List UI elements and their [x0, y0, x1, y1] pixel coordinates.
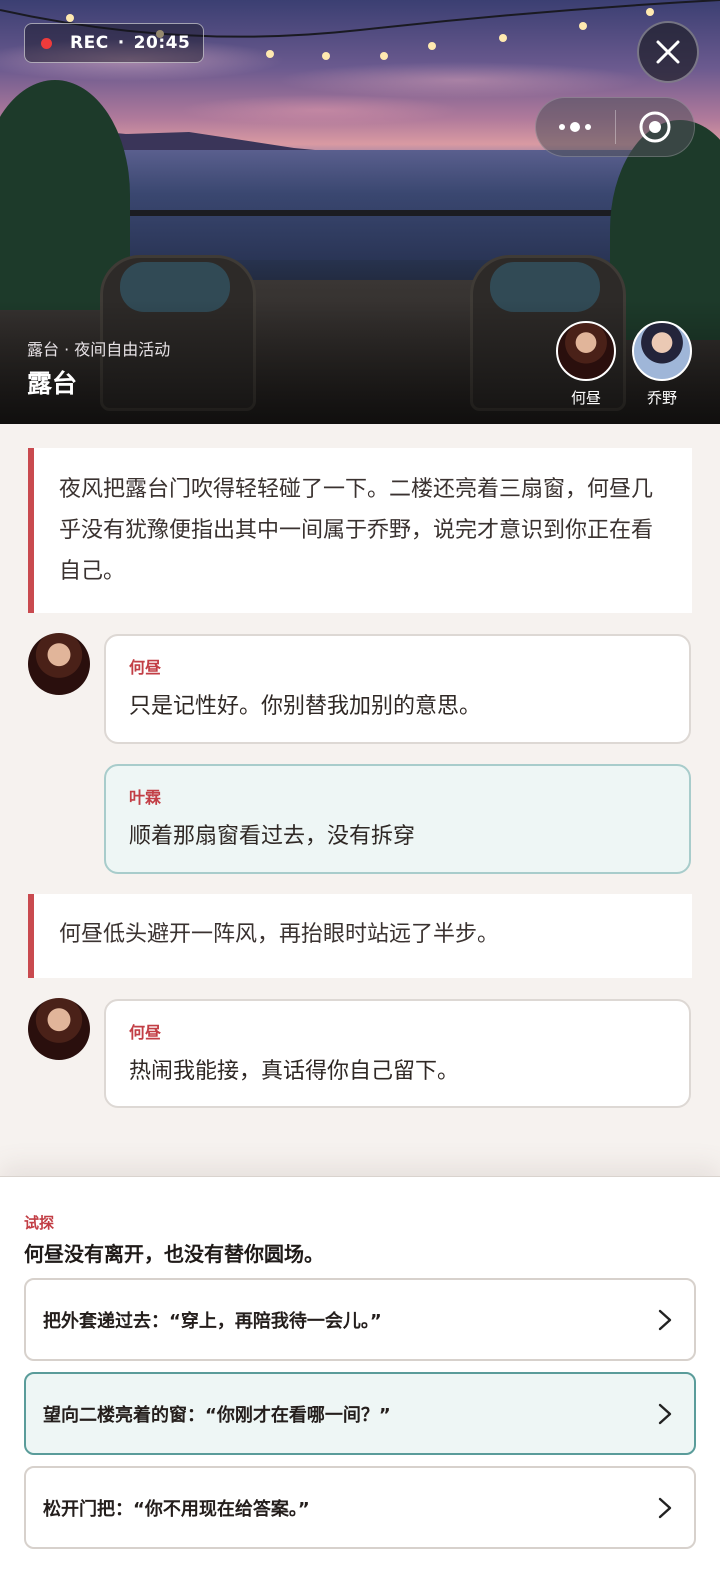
- choice-option[interactable]: 松开门把：“你不用现在给答案。”: [24, 1466, 696, 1549]
- more-button[interactable]: [536, 98, 615, 156]
- recording-indicator: REC · 20:45: [24, 23, 204, 63]
- record-target-icon: [639, 111, 671, 143]
- player-bubble: 叶霖 顺着那扇窗看过去，没有拆穿: [104, 764, 691, 874]
- message-text: 只是记性好。你别替我加别的意思。: [129, 694, 482, 719]
- message-text: 热闹我能接，真话得你自己留下。: [129, 1059, 460, 1084]
- narration-text: 夜风把露台门吹得轻轻碰了一下。二楼还亮着三扇窗，何昼几乎没有犹豫便指出其中一间属…: [59, 477, 654, 584]
- mini-program-capsule: [535, 97, 695, 157]
- avatar: [28, 998, 90, 1060]
- scene-subtitle: 露台 · 夜间自由活动: [27, 340, 171, 359]
- choice-panel: 试探 何昼没有离开，也没有替你圆场。 把外套递过去：“穿上，再陪我待一会儿。” …: [0, 1176, 720, 1570]
- option-label: 望向二楼亮着的窗：“你刚才在看哪一间？”: [43, 1404, 391, 1426]
- choice-tag: 试探: [24, 1214, 55, 1232]
- avatar: [28, 633, 90, 695]
- choice-option-selected[interactable]: 望向二楼亮着的窗：“你刚才在看哪一间？”: [24, 1372, 696, 1455]
- chevron-right-icon: [658, 1497, 672, 1518]
- option-label: 把外套递过去：“穿上，再陪我待一会儿。”: [43, 1310, 382, 1332]
- narration-block: 夜风把露台门吹得轻轻碰了一下。二楼还亮着三扇窗，何昼几乎没有犹豫便指出其中一间属…: [28, 448, 692, 613]
- rec-dot-icon: [41, 37, 52, 49]
- speaker-name: 何昼: [129, 658, 162, 677]
- rec-label: REC: [70, 33, 109, 53]
- more-dots-icon: [559, 122, 592, 132]
- rec-separator: ·: [117, 33, 125, 53]
- character-name: 何昼: [570, 389, 601, 407]
- choice-option[interactable]: 把外套递过去：“穿上，再陪我待一会儿。”: [24, 1278, 696, 1361]
- speaker-name: 叶霖: [129, 788, 162, 807]
- option-label: 松开门把：“你不用现在给答案。”: [43, 1498, 310, 1520]
- character-name: 乔野: [646, 389, 677, 407]
- npc-bubble: 何昼 只是记性好。你别替我加别的意思。: [104, 634, 691, 744]
- character-qiaoye[interactable]: 乔野: [632, 321, 692, 408]
- message-text: 顺着那扇窗看过去，没有拆穿: [129, 824, 416, 849]
- exit-button[interactable]: [616, 98, 695, 156]
- close-icon: [656, 40, 680, 64]
- chevron-right-icon: [658, 1309, 672, 1330]
- choice-prompt: 何昼没有离开，也没有替你圆场。: [24, 1242, 324, 1266]
- npc-bubble: 何昼 热闹我能接，真话得你自己留下。: [104, 999, 691, 1108]
- narration-text: 何昼低头避开一阵风，再抬眼时站远了半步。: [59, 922, 500, 947]
- close-button[interactable]: [637, 21, 699, 83]
- scene-banner: REC · 20:45 露台 · 夜间自由活动 露台 何昼 乔野: [0, 0, 720, 424]
- rec-time: 20:45: [133, 33, 191, 53]
- scene-title: 露台: [27, 369, 78, 398]
- chevron-right-icon: [658, 1403, 672, 1424]
- speaker-name: 何昼: [129, 1023, 162, 1042]
- avatar: [556, 321, 616, 381]
- character-heizhou[interactable]: 何昼: [556, 321, 616, 408]
- avatar: [632, 321, 692, 381]
- narration-block: 何昼低头避开一阵风，再抬眼时站远了半步。: [28, 894, 692, 978]
